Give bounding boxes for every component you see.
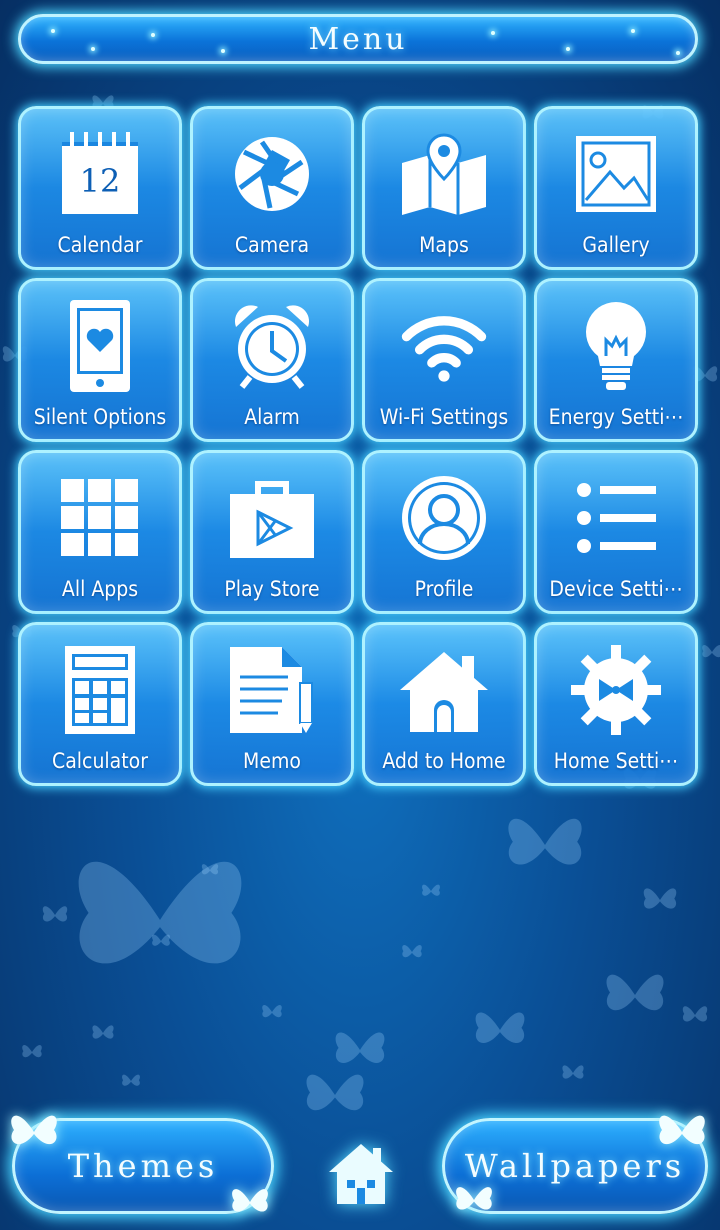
tile-label: Alarm <box>244 405 300 429</box>
tile-label: Calculator <box>52 749 148 773</box>
background-butterfly-icon <box>300 1060 370 1130</box>
lightbulb-icon <box>571 301 661 391</box>
background-butterfly-icon <box>200 860 220 880</box>
background-butterfly-icon <box>470 1000 530 1060</box>
themes-label: Themes <box>67 1147 219 1185</box>
butterfly-decoration-icon <box>232 1189 268 1212</box>
memo-pencil-icon <box>227 645 317 735</box>
background-butterfly-icon <box>680 1000 710 1030</box>
tile-label: Profile <box>414 577 474 601</box>
butterfly-decoration-icon <box>11 1115 57 1145</box>
background-butterfly-icon <box>400 940 424 964</box>
image-icon <box>571 129 661 219</box>
tile-calendar[interactable]: 12 Calendar <box>18 106 182 270</box>
menu-header-bar: Menu <box>18 14 698 64</box>
tile-camera[interactable]: Camera <box>190 106 354 270</box>
camera-shutter-icon <box>227 129 317 219</box>
background-butterfly-icon <box>60 820 260 1020</box>
tile-label: Play Store <box>224 577 320 601</box>
tile-play-store[interactable]: Play Store <box>190 450 354 614</box>
map-pin-icon <box>399 129 489 219</box>
tile-label: All Apps <box>61 577 139 601</box>
person-icon <box>399 473 489 563</box>
tile-label: Add to Home <box>382 749 506 773</box>
wifi-icon <box>399 301 489 391</box>
calendar-icon: 12 <box>55 129 145 219</box>
background-butterfly-icon <box>500 800 590 890</box>
tile-label: Maps <box>419 233 469 257</box>
tile-energy-settings[interactable]: Energy Setti⋯ <box>534 278 698 442</box>
play-store-bag-icon <box>227 473 317 563</box>
calculator-icon <box>55 645 145 735</box>
home-button[interactable] <box>326 1140 396 1206</box>
alarm-clock-icon <box>227 301 317 391</box>
tile-label: Gallery <box>582 233 650 257</box>
tile-device-settings[interactable]: Device Setti⋯ <box>534 450 698 614</box>
wallpapers-label: Wallpapers <box>464 1147 686 1185</box>
background-butterfly-icon <box>420 880 442 902</box>
tile-all-apps[interactable]: All Apps <box>18 450 182 614</box>
app-grid: 12 Calendar Camera Maps Gallery Silent O… <box>18 106 702 786</box>
tile-add-to-home[interactable]: Add to Home <box>362 622 526 786</box>
background-butterfly-icon <box>150 930 172 952</box>
tile-calculator[interactable]: Calculator <box>18 622 182 786</box>
background-butterfly-icon <box>20 1040 44 1064</box>
tile-wifi-settings[interactable]: Wi-Fi Settings <box>362 278 526 442</box>
tile-profile[interactable]: Profile <box>362 450 526 614</box>
tile-label: Calendar <box>57 233 143 257</box>
tile-label: Silent Options <box>33 405 167 429</box>
phone-heart-icon <box>55 300 145 392</box>
tile-memo[interactable]: Memo <box>190 622 354 786</box>
grid-icon <box>55 473 145 563</box>
tile-label: Camera <box>234 233 310 257</box>
tile-home-settings[interactable]: Home Setti⋯ <box>534 622 698 786</box>
butterfly-decoration-icon <box>456 1187 492 1210</box>
page-title: Menu <box>308 21 408 57</box>
gear-bowtie-icon <box>571 645 661 735</box>
tile-gallery[interactable]: Gallery <box>534 106 698 270</box>
tile-label: Energy Setti⋯ <box>548 405 684 429</box>
tile-label: Device Setti⋯ <box>549 577 683 601</box>
butterfly-decoration-icon <box>659 1115 705 1145</box>
background-butterfly-icon <box>40 900 70 930</box>
tile-silent-options[interactable]: Silent Options <box>18 278 182 442</box>
background-butterfly-icon <box>600 960 670 1030</box>
tile-label: Memo <box>243 749 301 773</box>
background-butterfly-icon <box>640 880 680 920</box>
tile-label: Wi-Fi Settings <box>379 405 509 429</box>
background-butterfly-icon <box>260 1000 284 1024</box>
background-butterfly-icon <box>560 1060 586 1086</box>
house-icon <box>399 645 489 735</box>
home-icon <box>329 1144 393 1204</box>
list-icon <box>571 473 661 563</box>
background-butterfly-icon <box>90 1020 116 1046</box>
tile-label: Home Setti⋯ <box>553 749 679 773</box>
background-butterfly-icon <box>700 640 720 664</box>
background-butterfly-icon <box>120 1070 142 1092</box>
tile-alarm[interactable]: Alarm <box>190 278 354 442</box>
calendar-day: 12 <box>80 162 121 200</box>
tile-maps[interactable]: Maps <box>362 106 526 270</box>
